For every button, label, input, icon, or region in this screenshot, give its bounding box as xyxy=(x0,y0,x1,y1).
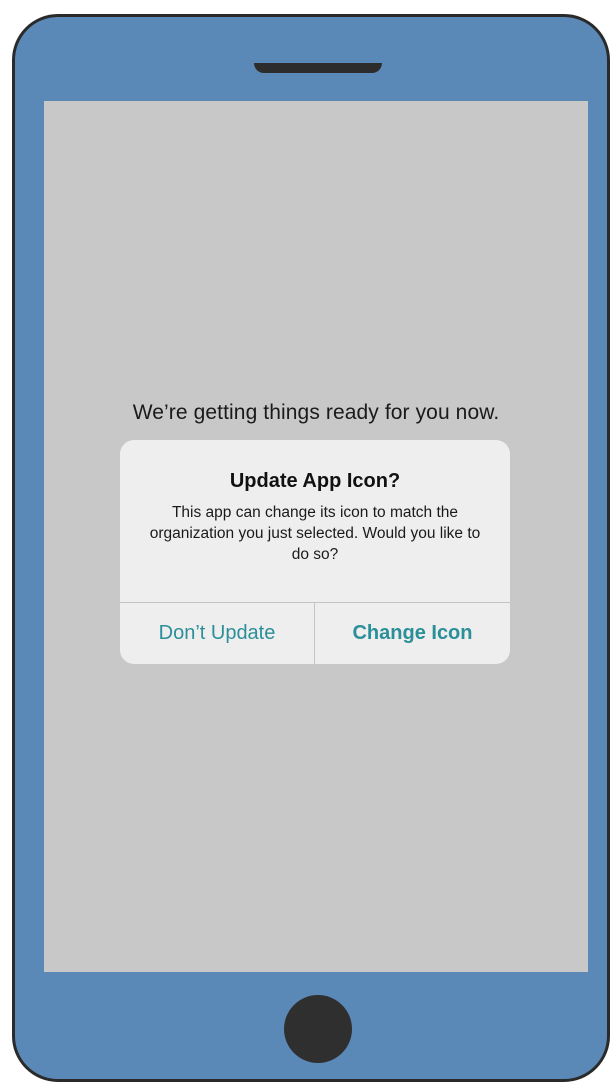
alert-message: This app can change its icon to match th… xyxy=(149,504,481,563)
phone-screen: We’re getting things ready for you now. … xyxy=(44,101,588,972)
alert-title: Update App Icon? xyxy=(229,470,401,492)
speaker-grille xyxy=(254,63,382,73)
loading-status-text: We’re getting things ready for you now. xyxy=(132,401,500,424)
alert-body: Update App Icon? This app can change its… xyxy=(120,440,510,602)
update-icon-alert: Update App Icon? This app can change its… xyxy=(120,440,510,664)
phone-frame: We’re getting things ready for you now. … xyxy=(12,14,610,1082)
change-icon-button[interactable]: Change Icon xyxy=(315,603,510,664)
dont-update-button[interactable]: Don’t Update xyxy=(120,603,314,664)
home-button[interactable] xyxy=(284,995,352,1063)
